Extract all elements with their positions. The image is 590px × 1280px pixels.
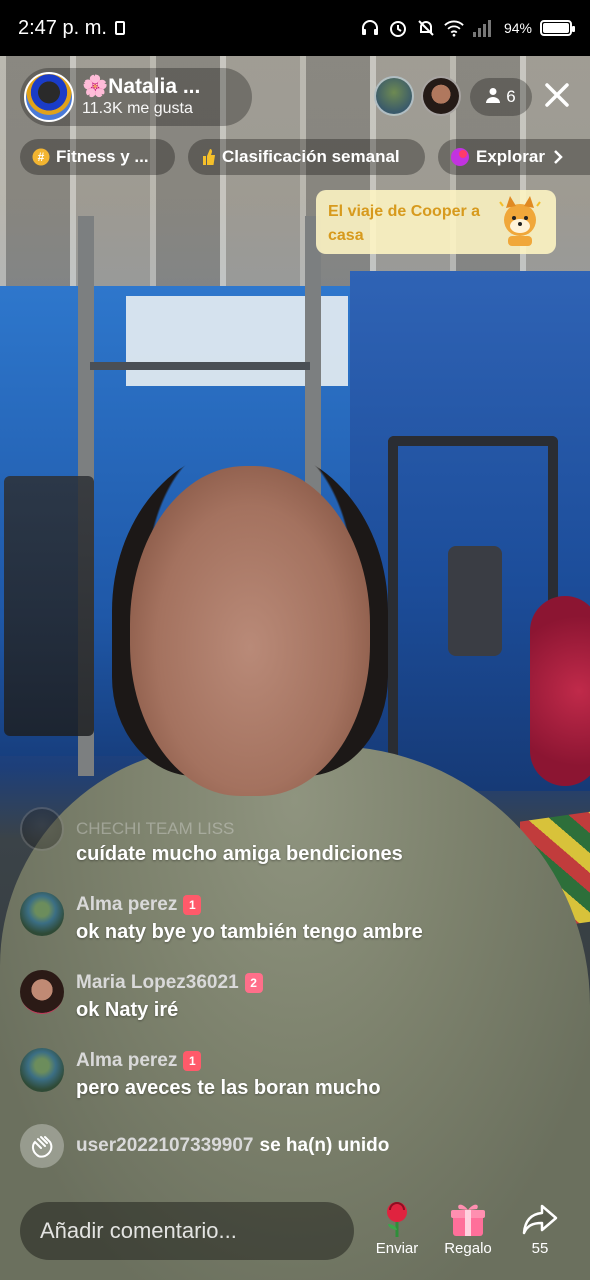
viewer-count-value: 6 <box>506 87 516 106</box>
chevron-right-icon <box>553 149 563 165</box>
mute-bell-icon <box>416 18 436 38</box>
comment-text: cuídate mucho amiga bendiciones <box>76 843 403 865</box>
chip-explore-label: Explorar <box>476 147 545 166</box>
viewer-count[interactable]: 6 <box>470 78 532 116</box>
send-rose-button[interactable]: Enviar <box>367 1200 427 1257</box>
promo-banner[interactable]: El viaje de Cooper a casa <box>316 190 556 254</box>
battery-fill <box>543 23 570 33</box>
chip-category[interactable]: # Fitness y ... <box>20 139 175 175</box>
wifi-icon <box>444 18 464 38</box>
chip-weekly-ranking-label: Clasificación semanal <box>222 147 400 166</box>
pullup-bar <box>90 362 310 370</box>
comment-username[interactable]: Alma perez <box>76 892 177 918</box>
comment-text: ok naty bye yo también tengo ambre <box>76 921 423 943</box>
explore-gem-icon <box>450 147 470 167</box>
comment-input[interactable] <box>20 1202 354 1260</box>
comment-item[interactable]: cuídate mucho amiga bendiciones <box>20 840 490 868</box>
comment-username[interactable]: Maria Lopez36021 <box>76 970 239 996</box>
comment-username[interactable]: Alma perez <box>76 1048 177 1074</box>
weight-plate <box>530 596 590 786</box>
svg-text:#: # <box>38 150 45 164</box>
faded-comment-user: CHECHI TEAM LISS <box>76 819 235 838</box>
gift-button[interactable]: Regalo <box>438 1200 498 1257</box>
hashtag-icon: # <box>32 148 50 166</box>
comment-text: pero aveces te las boran mucho <box>76 1077 381 1099</box>
comment-avatar[interactable] <box>20 1048 64 1092</box>
thumbs-up-icon <box>200 148 216 166</box>
send-label: Enviar <box>375 1240 419 1257</box>
battery-percent: 94% <box>503 20 532 36</box>
signal-icon <box>472 18 492 38</box>
wave-hand-icon <box>20 1124 64 1168</box>
gift-icon <box>438 1200 498 1238</box>
person-icon <box>486 87 501 108</box>
top-viewer-avatar[interactable] <box>374 76 414 116</box>
rank-badge: 1 <box>183 895 202 915</box>
top-viewer-avatar[interactable] <box>421 76 461 116</box>
weight-rack <box>4 476 94 736</box>
promo-text: El viaje de Cooper a casa <box>328 203 481 244</box>
comment-text: ok Naty iré <box>76 999 179 1021</box>
host-avatar[interactable] <box>24 72 74 122</box>
comment-avatar[interactable] <box>20 892 64 936</box>
close-button[interactable] <box>540 80 574 114</box>
comment-avatar[interactable] <box>20 970 64 1014</box>
gift-label: Regalo <box>444 1240 492 1257</box>
alarm-icon <box>388 18 408 38</box>
streamer-face <box>130 466 370 796</box>
battery-icon <box>540 20 575 36</box>
comment-item[interactable]: Alma perez 1 ok naty bye yo también teng… <box>20 892 490 946</box>
machine-seat <box>448 546 502 656</box>
host-card[interactable]: 🌸Natalia ... 11.3K me gusta <box>20 68 252 126</box>
share-button[interactable]: 55 <box>510 1200 570 1257</box>
comment-item[interactable]: Maria Lopez36021 2 ok Naty iré <box>20 970 490 1024</box>
chip-category-label: Fitness y ... <box>56 147 149 166</box>
status-bar: 2:47 p. m. 94% <box>0 0 590 56</box>
rank-badge: 1 <box>183 1051 202 1071</box>
host-likes: 11.3K me gusta <box>82 100 193 117</box>
comment-item[interactable]: Alma perez 1 pero aveces te las boran mu… <box>20 1048 490 1102</box>
close-icon <box>544 82 570 113</box>
join-notice: user2022107339907 se ha(n) unido <box>20 1124 389 1168</box>
headphones-icon <box>360 18 380 38</box>
status-time: 2:47 p. m. <box>18 16 107 39</box>
join-text: se ha(n) unido <box>259 1135 390 1156</box>
lock-icon <box>114 21 125 35</box>
chip-weekly-ranking[interactable]: Clasificación semanal <box>188 139 425 175</box>
share-arrow-icon <box>510 1200 570 1238</box>
rank-badge: 2 <box>244 973 263 993</box>
chip-explore[interactable]: Explorar <box>438 139 590 175</box>
share-count: 55 <box>531 1240 549 1257</box>
rose-icon <box>367 1200 427 1238</box>
join-username[interactable]: user2022107339907 <box>76 1135 254 1157</box>
dog-mascot-icon <box>494 194 546 250</box>
host-name: 🌸Natalia ... <box>82 75 201 98</box>
